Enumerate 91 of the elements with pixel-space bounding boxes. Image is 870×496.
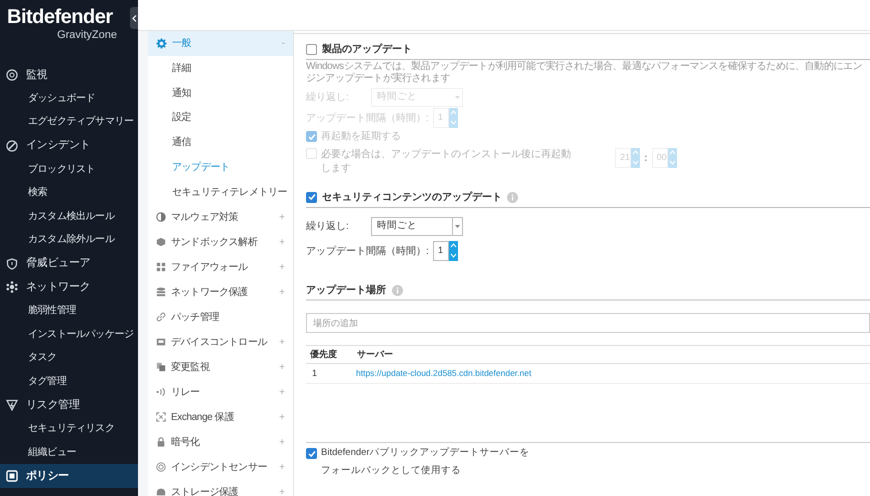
menu-item[interactable]: 暗号化 + — [148, 430, 293, 455]
menu-item[interactable]: リレー + — [148, 380, 293, 405]
chevron-up-icon — [668, 148, 677, 157]
submenu-item[interactable]: 通信 — [148, 130, 293, 156]
section-icon — [6, 68, 18, 81]
submenu-item[interactable]: セキュリティテレメトリー — [148, 180, 293, 205]
dropdown-caret-icon — [455, 224, 460, 228]
nav-section[interactable]: ネットワーク — [0, 275, 138, 299]
stepper-buttons[interactable] — [449, 241, 458, 261]
menu-item-icon — [156, 487, 166, 496]
menu-item-icon — [156, 337, 166, 348]
section-icon — [6, 399, 18, 412]
chevron-down-icon — [631, 158, 640, 167]
nav-section[interactable]: リスク管理 — [0, 393, 138, 417]
submenu-item[interactable]: アップデート — [148, 155, 293, 180]
menu-item-icon — [156, 212, 166, 222]
section-icon — [6, 281, 18, 294]
nav-item[interactable]: ブロックリスト — [0, 157, 138, 181]
nav-item[interactable]: タスク — [0, 346, 138, 370]
nav-item[interactable]: カスタム除外ルール — [0, 228, 138, 252]
nav-item[interactable]: インストールパッケージ — [0, 322, 138, 346]
menu-item[interactable]: パッチ管理 — [148, 304, 293, 330]
menu-item-icon — [156, 412, 166, 422]
time-separator: : — [644, 150, 648, 166]
section-icon — [6, 470, 18, 482]
section-title: セキュリティコンテンツのアップデート — [322, 190, 502, 204]
table-cell-text: 1 — [311, 366, 318, 380]
nav-item[interactable]: 検索 — [0, 180, 138, 205]
nav-item[interactable]: セキュリティリスク — [0, 416, 138, 440]
menu-item-icon — [156, 387, 166, 398]
submenu-item[interactable]: 設定 — [148, 106, 293, 130]
menu-item-icon — [156, 362, 166, 372]
menu-item[interactable]: ファイアウォール + — [148, 254, 293, 280]
nav-item[interactable]: 脆弱性管理 — [0, 298, 138, 323]
column-header: サーバー — [356, 348, 394, 361]
nav-section[interactable]: ポリシー — [0, 464, 138, 488]
location-input[interactable]: 場所の追加 — [306, 313, 870, 333]
menu-item-icon — [156, 287, 166, 298]
dropdown-caret-icon — [454, 96, 460, 98]
checkbox[interactable] — [306, 448, 317, 459]
section-title: アップデート場所 — [306, 283, 386, 298]
menu-item-icon — [156, 462, 166, 472]
info-icon — [392, 284, 403, 296]
menu-item-icon — [156, 262, 166, 272]
repeat-select[interactable]: 時間ごと — [371, 216, 463, 236]
info-icon — [507, 192, 518, 202]
field-label: アップデート間隔（時間）: — [306, 244, 430, 258]
chevron-up-icon — [449, 241, 458, 250]
nav-item[interactable]: タグ管理 — [0, 370, 138, 394]
collapse-handle[interactable] — [130, 7, 138, 29]
chevron-down-icon — [449, 251, 458, 260]
section-description: Windowsシステムでは、製品アップデートが利用可能で実行された場合、最適なパフォーマンスを確保するために、自動的にエンジンアップデートが実行されます — [306, 61, 864, 85]
menu-item[interactable]: デバイスコントロール + — [148, 330, 293, 355]
nav-section[interactable]: インシデント — [0, 134, 138, 158]
nav-item[interactable]: エグゼクティブサマリー — [0, 110, 138, 134]
chevron-up-icon — [449, 108, 458, 117]
nav-item[interactable]: カスタム検出ルール — [0, 204, 138, 228]
brand-logo: Bitdefender — [7, 5, 113, 29]
nav-section[interactable]: 監視 — [0, 63, 138, 87]
section-icon — [6, 140, 18, 152]
menu-item[interactable]: Exchange 保護 + — [148, 404, 293, 430]
menu-item-icon — [156, 237, 166, 248]
submenu-item[interactable]: 詳細 — [148, 56, 293, 81]
number-field[interactable]: 1 — [433, 241, 449, 261]
menu-item[interactable]: インシデントセンサー + — [148, 454, 293, 480]
checkbox-label: Bitdefenderパブリックアップデートサーバーをフォールバックとして使用する — [321, 446, 531, 478]
menu-item[interactable]: サンドボックス解析 + — [148, 230, 293, 255]
chevron-down-icon — [449, 118, 458, 127]
column-header: 優先度 — [308, 348, 338, 361]
nav-item[interactable]: 組織ビュー — [0, 440, 138, 464]
menu-item-icon — [156, 312, 166, 322]
checkbox[interactable] — [306, 192, 317, 202]
menu-item[interactable]: ネットワーク保護 + — [148, 280, 293, 305]
chevron-left-icon — [132, 14, 136, 22]
checkbox-label: 必要な場合は、アップデートのインストール後に再起動します — [321, 148, 571, 176]
nav-item[interactable]: ダッシュボード — [0, 86, 138, 110]
nav-section[interactable]: 脅威ビューア — [0, 252, 138, 276]
menu-item-icon — [156, 38, 167, 49]
brand-subtitle: GravityZone — [57, 29, 118, 41]
field-label: 繰り返し: — [306, 220, 350, 234]
menu-item[interactable]: 変更監視 + — [148, 354, 293, 380]
submenu-item[interactable]: 通知 — [148, 80, 293, 106]
section-title: 製品のアップデート — [322, 42, 412, 56]
section-icon — [6, 258, 18, 270]
menu-item-icon — [156, 437, 166, 448]
chevron-up-icon — [631, 148, 640, 157]
menu-item[interactable]: マルウェア対策 + — [148, 204, 293, 230]
chevron-down-icon — [668, 158, 677, 167]
checkbox-label: 再起動を延期する — [321, 130, 401, 144]
menu-item[interactable]: ストレージ保護 + — [148, 480, 293, 496]
server-link[interactable]: https://update-cloud.2d585.cdn.bitdefender.net — [353, 367, 532, 380]
